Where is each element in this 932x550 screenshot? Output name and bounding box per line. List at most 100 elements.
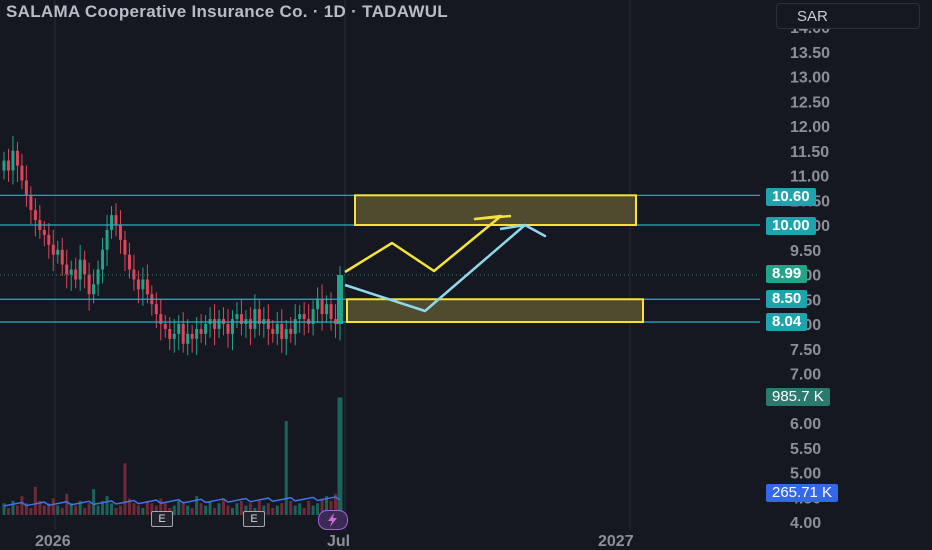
volume-bar [132,503,136,515]
candle-body [2,160,6,171]
volume-tag-last: 985.7 K [766,388,830,406]
candle-body [24,180,28,196]
volume-bar [145,500,149,515]
price-tick-label: 12.50 [790,94,830,111]
volume-bar [42,505,46,515]
volume-bar [230,507,234,515]
volume-bar [65,493,69,515]
candle-body [141,279,145,290]
candle-body [92,284,96,295]
candle-body [47,234,51,245]
candle-body [163,324,167,329]
candle-body [195,328,199,339]
candle-body [69,269,73,275]
candle-body [289,328,293,334]
candle-body [235,314,239,320]
volume-bar [2,503,6,515]
zone-boxes [346,194,644,324]
price-tag-resistance-upper: 10.60 [766,188,816,206]
candle-body [213,319,217,329]
candle-body [230,319,234,334]
volume-bar [199,503,203,515]
chart-window: 14.0013.5013.0012.5012.0011.5011.0010.50… [0,0,932,550]
candle-body [11,150,15,171]
candle-body [42,229,46,235]
candle-body [110,215,114,230]
price-tag-support-lower: 8.04 [766,313,808,331]
volume-bar [56,505,60,515]
time-tick-label: 2026 [35,533,71,550]
candle-body [127,254,131,270]
candle-body [96,269,100,285]
candle-body [275,324,279,334]
volume-bar [190,507,194,515]
candle-body [136,279,140,290]
price-tag-last: 8.99 [766,265,808,283]
candle-body [123,239,127,255]
candle-body [325,304,329,315]
candle-body [199,328,203,334]
lightning-icon[interactable] [318,510,348,530]
volume-bar [6,507,10,515]
projection-path-cyan [344,223,547,313]
candle-body [172,333,176,339]
volume-bar [60,507,64,515]
volume-bar [307,500,311,515]
projection-paths [344,214,547,313]
volume-bar [74,505,78,515]
volume-bar [33,486,37,515]
candle-body [29,195,33,211]
volume-bar [284,421,288,515]
volume-bar [110,503,114,515]
candle-body [60,249,64,265]
volume-bar [275,505,279,515]
price-tick-label: 7.00 [790,367,821,384]
volume-bar [29,507,33,515]
candle-body [145,279,149,295]
candle-body [226,324,230,334]
candle-body [65,264,69,275]
volume-bar [311,505,315,515]
currency-selector[interactable]: SAR [776,3,920,29]
volume-bar [195,496,199,515]
volume-bar [92,489,96,515]
volume-bar [289,500,293,515]
price-tick-label: 4.00 [790,515,821,532]
candle-body [284,328,288,339]
candle-body [204,324,208,334]
candle-body [329,304,333,320]
candle-body [78,259,82,280]
candle-body [177,324,181,334]
volume-bar [302,507,306,515]
candle-body [248,319,252,329]
price-tick-label: 13.50 [790,45,830,62]
candle-body [154,304,158,315]
candle-body [168,328,172,339]
time-axis: 2026 Jul 2027 [35,533,634,550]
price-tick-label: 11.50 [790,144,829,161]
volume-tag-average: 265.71 K [766,484,839,502]
candle-body [266,319,270,329]
price-tick-label: 6.00 [790,416,821,433]
volume-bar [118,505,122,515]
volume-bar [235,503,239,515]
candle-body [6,160,10,171]
volume-bar [337,397,343,515]
candle-body [320,299,324,315]
volume-bar [298,503,302,515]
time-tick-label: 2027 [598,533,634,550]
earnings-marker[interactable]: E [151,511,173,527]
volume-bar [11,500,15,515]
candle-body [87,274,91,295]
candle-body [56,249,60,255]
volume-bar [114,507,118,515]
volume-bar [51,498,55,515]
candle-body [101,249,105,270]
price-tick-label: 9.50 [790,243,821,260]
volume-bar [293,505,297,515]
volume-bar [20,496,24,515]
earnings-marker[interactable]: E [243,511,265,527]
volume-bar [213,507,217,515]
candle-body [293,319,297,334]
candle-body [181,324,185,344]
